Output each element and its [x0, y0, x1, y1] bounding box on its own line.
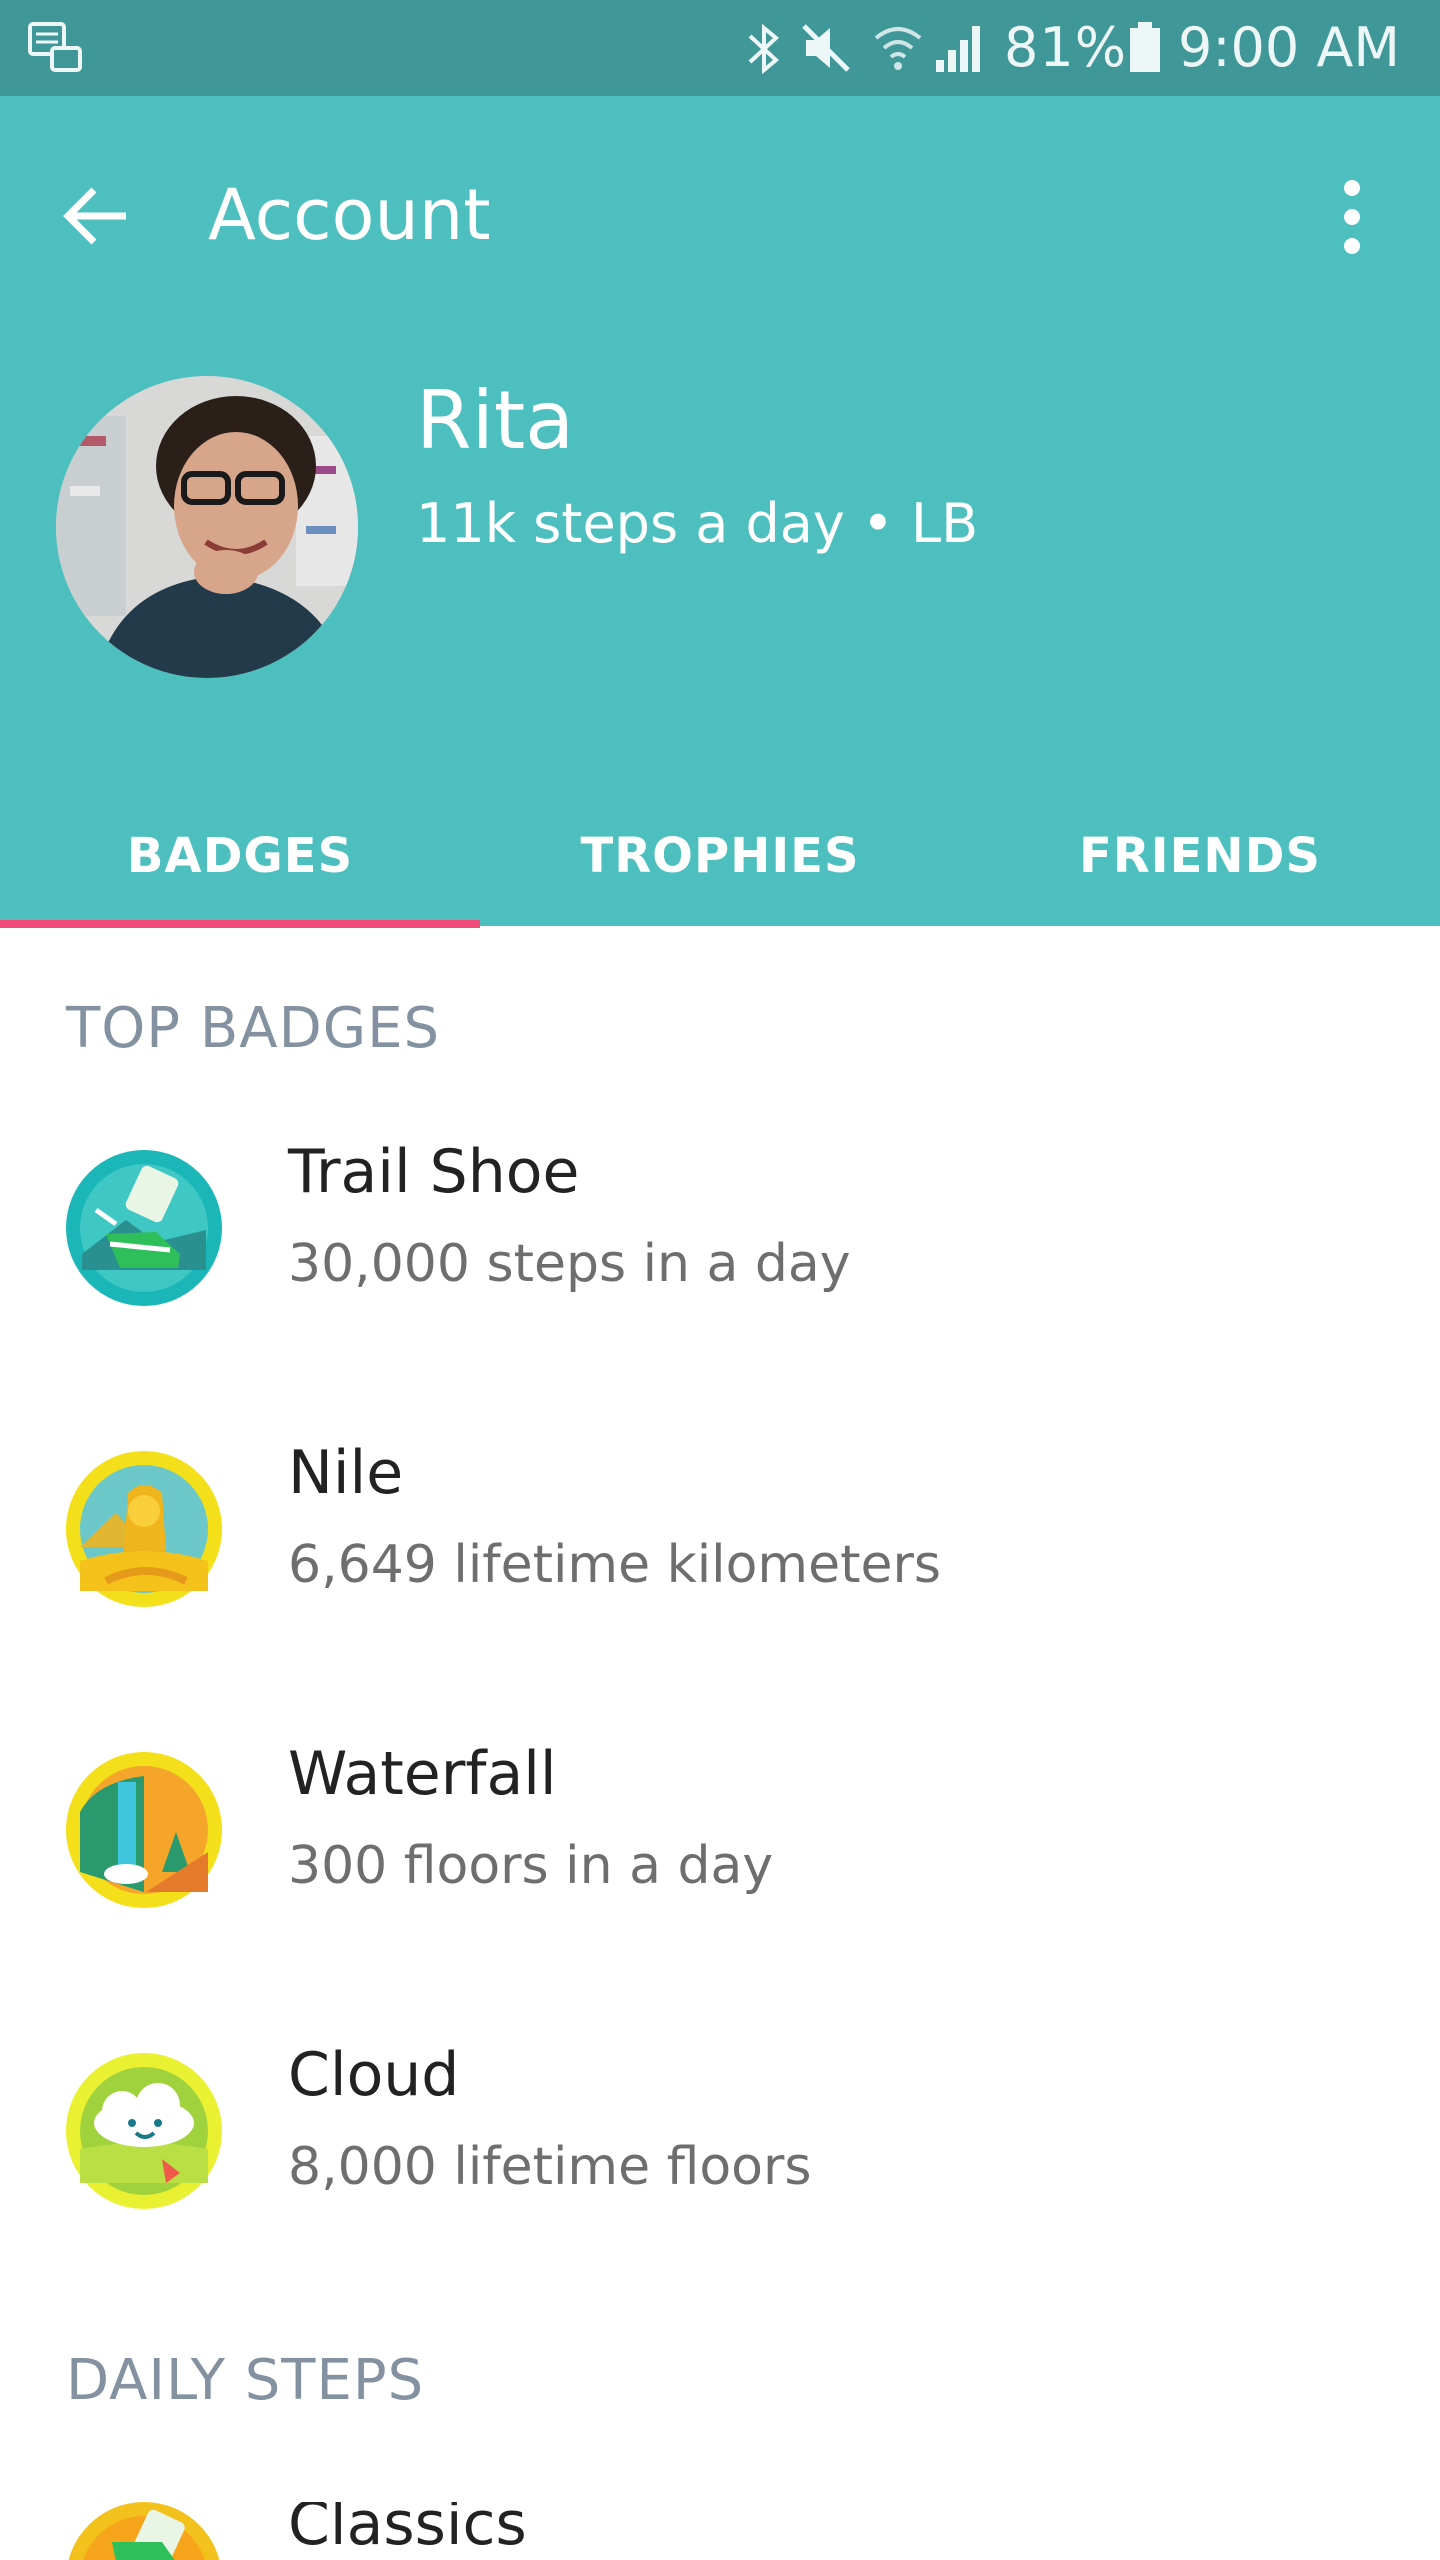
section-title-daily-steps: DAILY STEPS [66, 2348, 425, 2413]
cloud-badge-icon [66, 2053, 222, 2209]
badge-description: 300 floors in a day [288, 1836, 774, 1896]
section-title-top-badges: TOP BADGES [66, 996, 441, 1061]
mute-icon [800, 20, 852, 80]
badge-description: 6,649 lifetime kilometers [288, 1535, 941, 1595]
list-item[interactable]: Waterfall 300 floors in a day [0, 1739, 1440, 2052]
notification-icon [28, 22, 84, 78]
battery-percent: 81% [1004, 16, 1128, 79]
waterfall-badge-icon [66, 1752, 222, 1908]
nile-badge-icon [66, 1451, 222, 1607]
avatar[interactable] [56, 376, 358, 678]
profile-header: Account Rita 11k steps a day • LB BADGES… [0, 96, 1440, 928]
wifi-icon [872, 20, 924, 80]
profile-name: Rita [416, 374, 575, 467]
classics-badge-icon [66, 2502, 222, 2560]
tab-badges[interactable]: BADGES [0, 786, 480, 926]
page-title: Account [208, 174, 491, 256]
bluetooth-icon [744, 22, 784, 80]
tab-bar: BADGES TROPHIES FRIENDS [0, 786, 1440, 926]
badge-name: Nile [288, 1438, 404, 1508]
badge-name: Trail Shoe [288, 1137, 580, 1207]
tab-friends[interactable]: FRIENDS [960, 786, 1440, 926]
status-time: 9:00 AM [1178, 16, 1400, 79]
battery-icon [1128, 22, 1162, 78]
list-item[interactable]: Trail Shoe 30,000 steps in a day [0, 1137, 1440, 1450]
signal-icon [934, 22, 990, 78]
status-bar: 81% 9:00 AM [0, 0, 1440, 96]
badge-description: 30,000 steps in a day [288, 1234, 851, 1294]
list-item[interactable]: Cloud 8,000 lifetime floors [0, 2040, 1440, 2353]
badge-name: Classics [288, 2502, 527, 2559]
tab-trophies[interactable]: TROPHIES [480, 786, 960, 926]
trail-shoe-badge-icon [66, 1150, 222, 1306]
profile-subtitle: 11k steps a day • LB [416, 492, 979, 555]
more-vert-icon[interactable] [1322, 172, 1382, 262]
list-item[interactable]: Nile 6,649 lifetime kilometers [0, 1438, 1440, 1751]
back-arrow-icon[interactable] [60, 180, 132, 252]
badge-name: Waterfall [288, 1739, 557, 1809]
list-item[interactable]: Classics [0, 2502, 1440, 2560]
badge-description: 8,000 lifetime floors [288, 2137, 812, 2197]
active-tab-indicator [0, 920, 480, 928]
badge-name: Cloud [288, 2040, 460, 2110]
